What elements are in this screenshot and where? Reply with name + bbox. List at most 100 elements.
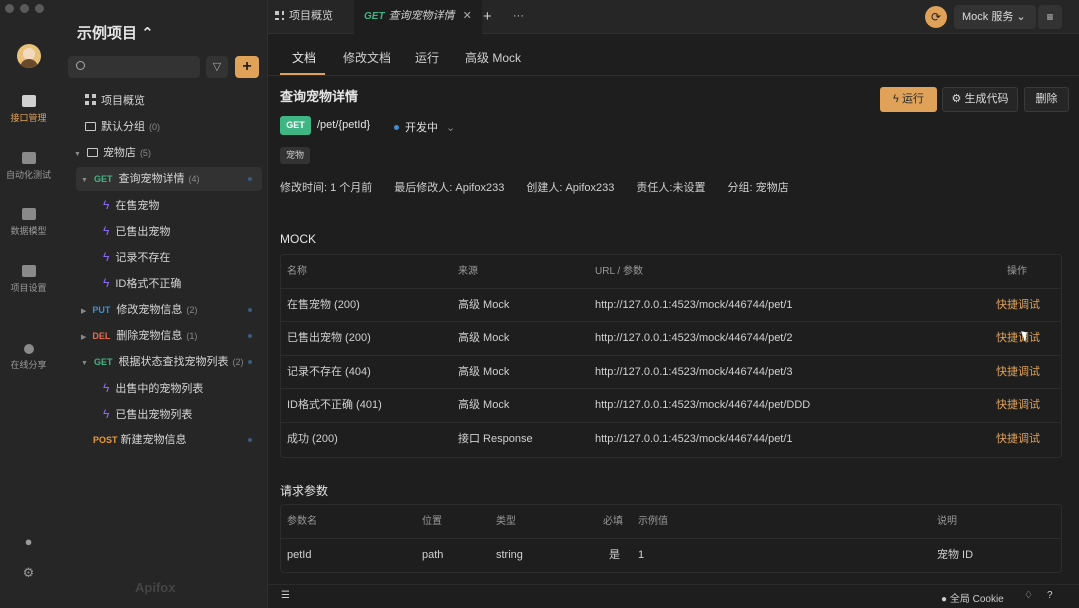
status-dropdown[interactable]: 开发中 ⌄ [394, 119, 455, 135]
mock-url[interactable]: http://127.0.0.1:4523/mock/446744/pet/2 [595, 322, 793, 355]
add-button[interactable]: + [235, 56, 259, 78]
generate-code-button[interactable]: ⚙ 生成代码 [942, 87, 1018, 112]
tree-item-api-get-pet[interactable]: ▼ GET 查询宠物详情 (4) [76, 167, 262, 191]
column-header: 名称 [287, 266, 307, 277]
settings-icon [21, 265, 36, 277]
tree-item-label: 记录不存在 [115, 252, 171, 264]
filter-button[interactable]: ▽ [206, 56, 228, 78]
more-tabs-button[interactable]: ··· [513, 0, 524, 34]
api-path: /pet/{petId} [317, 119, 371, 131]
tab-edit-doc[interactable]: 修改文档 [343, 49, 391, 66]
tab-doc[interactable]: 文档 [292, 49, 316, 66]
tab-overview[interactable]: 项目概览 [275, 0, 333, 34]
quick-debug-link[interactable]: 快捷调试 [996, 423, 1040, 456]
hamburger-icon: ≡ [1046, 10, 1054, 24]
tab-run[interactable]: 运行 [415, 49, 439, 66]
tab-advanced-mock[interactable]: 高级 Mock [465, 49, 521, 66]
bell-icon[interactable]: ● [22, 535, 35, 548]
api-manage-icon [21, 95, 36, 107]
sidebar-toggle-icon[interactable]: ☰ [281, 590, 290, 601]
lightning-icon: ϟ [103, 276, 110, 290]
tree-item-label: 默认分组 [101, 121, 145, 133]
column-header: 参数名 [287, 516, 317, 527]
minimize-window-button[interactable] [20, 4, 29, 13]
gen-code-label: 生成代码 [964, 93, 1009, 105]
mock-url[interactable]: http://127.0.0.1:4523/mock/446744/pet/1 [595, 289, 793, 322]
collapse-arrow-icon[interactable]: ▶ [81, 308, 86, 315]
tree-item-api-put-pet[interactable]: ▶ PUT 修改宠物信息 (2) [81, 298, 262, 322]
params-section-title: 请求参数 [280, 484, 329, 498]
cookie-label: 全局 Cookie [949, 594, 1004, 605]
expand-arrow-icon[interactable]: ▼ [81, 360, 88, 367]
status-dot [248, 360, 252, 364]
gear-icon[interactable]: ⚙ [22, 566, 35, 579]
tree-item-label: 出售中的宠物列表 [115, 383, 204, 395]
mock-url[interactable]: http://127.0.0.1:4523/mock/446744/pet/DD… [595, 389, 810, 422]
avatar[interactable] [17, 44, 41, 68]
sidebar: 示例项目 ⌃ ▽ + 项目概览 默认分组 (0) ▼ 宠物店 (5) ▼ GET 查询宠物… [57, 0, 268, 608]
chevron-down-icon: ⌄ [446, 122, 456, 134]
tree-item-default-group[interactable]: 默认分组 (0) [85, 115, 290, 139]
lightning-icon: ϟ [103, 250, 110, 264]
tab-get-pet[interactable]: GET 查询宠物详情 ✕ [354, 0, 482, 34]
quick-debug-link[interactable]: 快捷调试 [996, 389, 1040, 422]
method-badge: GET [280, 116, 311, 135]
run-button[interactable]: ϟ 运行 [880, 87, 937, 112]
quick-debug-link[interactable]: 快捷调试 [996, 356, 1040, 389]
meta-creator: 创建人: Apifox233 [526, 182, 615, 194]
mock-name: ID格式不正确 (401) [287, 399, 382, 412]
tree-item-api-post-pet[interactable]: POST 新建宠物信息 [93, 428, 262, 452]
column-header: 操作 [1007, 266, 1027, 277]
tree-item-overview[interactable]: 项目概览 [85, 89, 290, 113]
maximize-window-button[interactable] [35, 4, 44, 13]
column-header: 示例值 [638, 516, 668, 527]
quick-debug-link[interactable]: 快捷调试 [996, 322, 1040, 355]
mock-url[interactable]: http://127.0.0.1:4523/mock/446744/pet/3 [595, 356, 793, 389]
close-window-button[interactable] [5, 4, 14, 13]
tree-item-pet-folder[interactable]: ▼ 宠物店 (5) [74, 141, 279, 165]
project-title[interactable]: 示例项目 ⌃ [77, 22, 154, 43]
rail-item-settings[interactable]: 项目设置 [0, 265, 57, 294]
expand-arrow-icon[interactable]: ▼ [74, 151, 81, 158]
tag-badge: 宠物 [280, 147, 311, 164]
help-icon[interactable]: ? [1047, 590, 1053, 601]
column-header: URL / 参数 [595, 266, 643, 277]
menu-button[interactable]: ≡ [1038, 5, 1062, 29]
table-row: ID格式不正确 (401) 高级 Mock http://127.0.0.1:4… [281, 389, 1061, 423]
tree-item-label: ID格式不正确 [115, 278, 182, 290]
sync-icon: ⟳ [930, 10, 942, 24]
api-meta: 修改时间: 1 个月前 最后修改人: Apifox233 创建人: Apifox23… [280, 179, 811, 195]
delete-button[interactable]: 删除 [1024, 87, 1069, 112]
plus-icon: + [242, 58, 252, 75]
close-icon[interactable]: ✕ [463, 10, 472, 22]
doc-tabs: 文档 修改文档 运行 高级 Mock [268, 34, 1079, 76]
grid-icon [275, 11, 284, 20]
tree-item-count: (0) [149, 122, 160, 132]
sync-button[interactable]: ⟳ [925, 6, 947, 28]
mock-service-dropdown[interactable]: Mock 服务 ⌄ [954, 5, 1036, 29]
rail-item-api-manage[interactable]: 接口管理 [0, 95, 57, 124]
global-cookie-button[interactable]: ● 全局 Cookie [941, 590, 1004, 605]
table-row: 已售出宠物 (200) 高级 Mock http://127.0.0.1:452… [281, 322, 1061, 356]
rail-item-share[interactable]: 在线分享 [0, 344, 57, 371]
column-header: 位置 [422, 516, 442, 527]
collapse-arrow-icon[interactable]: ▶ [81, 334, 86, 341]
method-label: DEL [92, 331, 111, 341]
rail-item-data-model[interactable]: 数据模型 [0, 208, 57, 237]
search-input[interactable] [68, 56, 200, 78]
meta-modifier: 最后修改人: Apifox233 [394, 182, 505, 194]
expand-arrow-icon[interactable]: ▼ [81, 177, 88, 184]
status-dot [248, 308, 252, 312]
meta-group: 分组: 宠物店 [727, 182, 789, 194]
meta-modified: 修改时间: 1 个月前 [280, 182, 373, 194]
tree-item-api-del-pet[interactable]: ▶ DEL 删除宠物信息 (1) [81, 324, 262, 348]
quick-debug-link[interactable]: 快捷调试 [996, 289, 1040, 322]
tree-item-api-find-by-status[interactable]: ▼ GET 根据状态查找宠物列表 (2) [81, 350, 262, 374]
mock-url[interactable]: http://127.0.0.1:4523/mock/446744/pet/1 [595, 423, 793, 456]
rail-item-automation[interactable]: 自动化测试 [0, 152, 57, 181]
add-tab-button[interactable]: + [483, 0, 492, 34]
folder-icon [85, 122, 96, 131]
mock-name: 记录不存在 (404) [287, 365, 371, 378]
table-row: 记录不存在 (404) 高级 Mock http://127.0.0.1:452… [281, 356, 1061, 390]
shirt-icon[interactable]: ♢ [1024, 590, 1033, 601]
